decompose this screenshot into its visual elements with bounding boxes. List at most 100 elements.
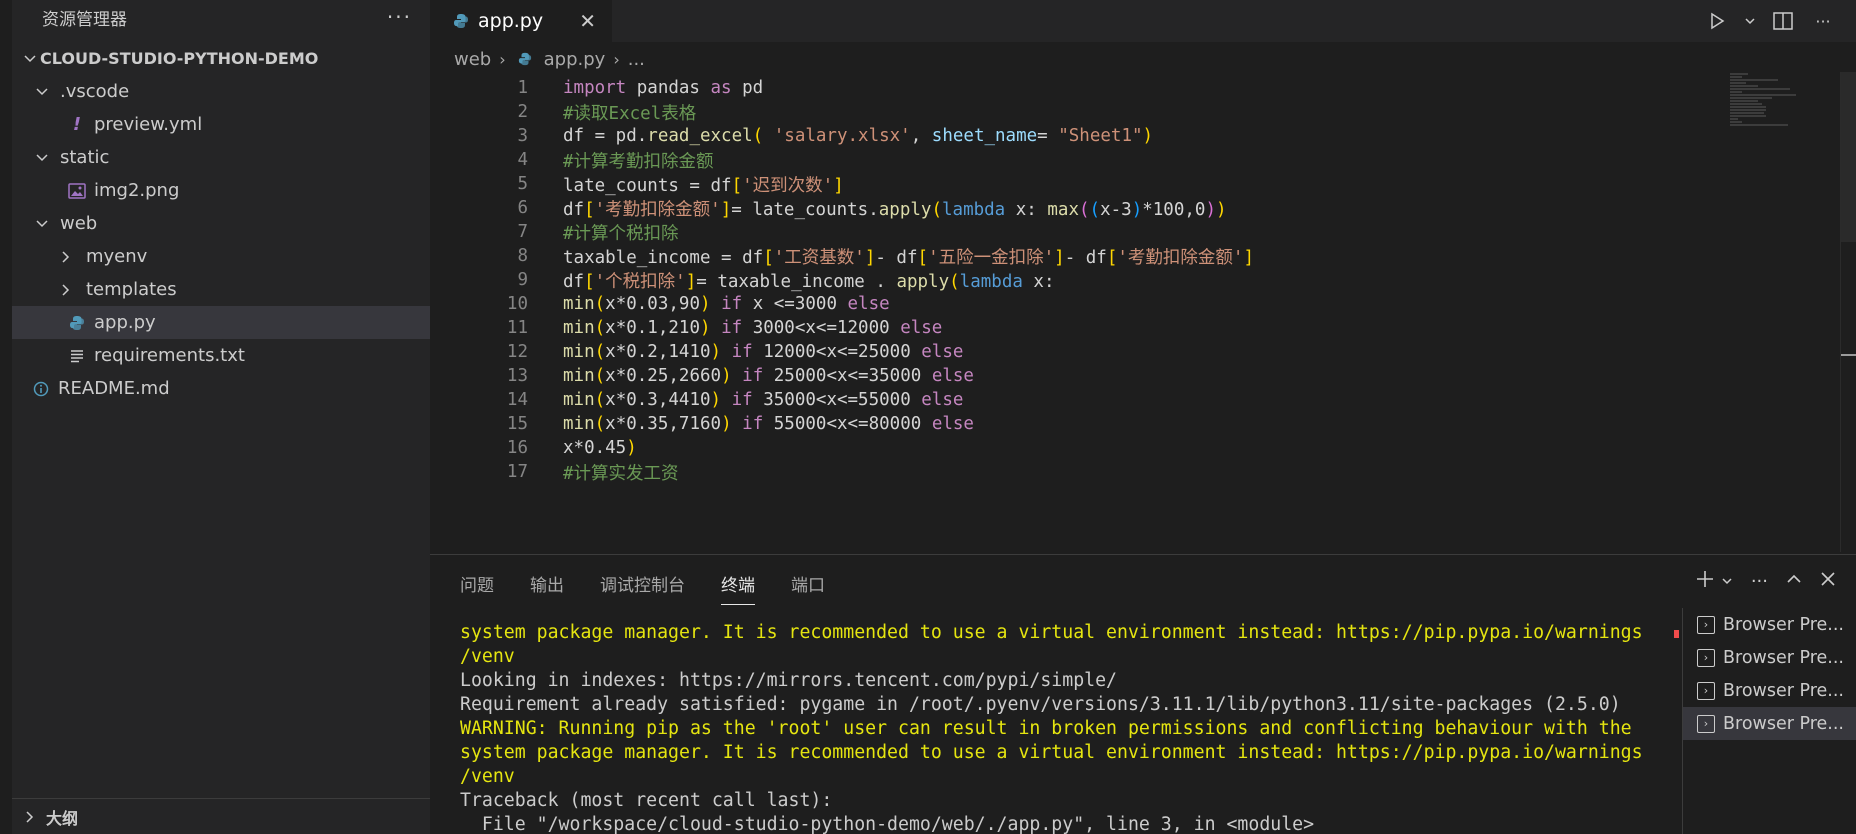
tab-problems[interactable]: 问题 (460, 571, 494, 605)
line-number: 5 (517, 174, 528, 194)
chevron-down-icon (32, 151, 52, 165)
terminal-item[interactable]: › Browser Pre... (1683, 608, 1856, 641)
project-root[interactable]: CLOUD-STUDIO-PYTHON-DEMO (12, 42, 430, 75)
more-actions-icon[interactable]: ··· (387, 5, 412, 29)
scrollbar-thumb[interactable] (1841, 72, 1856, 242)
line-number: 6 (517, 198, 528, 218)
image-file-icon (66, 182, 88, 199)
tree-item-vscode[interactable]: .vscode (12, 75, 430, 108)
breadcrumb: web › app.py › ... (454, 46, 645, 72)
close-panel-icon[interactable] (1820, 571, 1836, 592)
outline-section[interactable]: 大纲 (12, 798, 430, 834)
maximize-panel-icon[interactable] (1786, 571, 1802, 592)
line-content: min(x*0.35,7160) if 55000<x<=80000 else (563, 414, 974, 434)
line-number: 10 (506, 294, 528, 314)
tree-item-label: README.md (58, 378, 170, 399)
line-content: import pandas as pd (563, 78, 764, 98)
tree-item-label: static (60, 147, 110, 168)
terminal-item-label: Browser Pre... (1723, 647, 1844, 668)
line-number: 7 (517, 222, 528, 242)
line-content: late_counts = df['迟到次数'] (563, 175, 844, 196)
tree-item-label: img2.png (94, 180, 180, 201)
editor-scrollbar[interactable] (1840, 72, 1856, 552)
code-line[interactable]: 17 #计算实发工资 (430, 458, 679, 486)
tree-item-requirements-txt[interactable]: requirements.txt (12, 339, 430, 372)
line-content: df['考勤扣除金额']= late_counts.apply(lambda x… (563, 199, 1227, 220)
terminal-item[interactable]: › Browser Pre... (1683, 641, 1856, 674)
breadcrumb-folder[interactable]: web (454, 49, 491, 70)
chevron-down-icon[interactable] (1742, 6, 1758, 36)
tree-item-readme-md[interactable]: README.md (12, 372, 430, 405)
terminal-item-active[interactable]: › Browser Pre... (1683, 707, 1856, 740)
breadcrumb-symbol[interactable]: ... (628, 49, 645, 70)
code-editor[interactable]: 1 import pandas as pd 2 #读取Excel表格 3 df = pd.… (430, 74, 1720, 554)
chevron-right-icon (20, 810, 40, 824)
explorer-title: 资源管理器 (42, 9, 127, 30)
bottom-panel: 问题 输出 调试控制台 终端 端口 ··· system package man… (430, 554, 1856, 834)
line-number: 11 (506, 318, 528, 338)
terminal-line: /venv (460, 766, 515, 787)
terminal-icon: › (1697, 615, 1715, 634)
chevron-down-icon (20, 52, 40, 66)
line-number: 17 (506, 462, 528, 482)
line-content: min(x*0.25,2660) if 25000<x<=35000 else (563, 366, 974, 386)
tree-item-templates[interactable]: templates (12, 273, 430, 306)
tree-item-preview-yml[interactable]: ! preview.yml (12, 108, 430, 141)
info-icon (30, 381, 52, 397)
terminal-line: WARNING: Running pip as the 'root' user … (460, 718, 1632, 739)
line-number: 9 (517, 270, 528, 290)
close-icon[interactable]: ✕ (579, 9, 596, 33)
line-content: x*0.45) (563, 438, 637, 458)
outline-title: 大纲 (46, 808, 79, 828)
tree-item-img2-png[interactable]: img2.png (12, 174, 430, 207)
tab-output[interactable]: 输出 (530, 571, 564, 605)
tree-item-label: myenv (86, 246, 148, 267)
tab-label: app.py (478, 10, 544, 32)
line-number: 3 (517, 126, 528, 146)
line-content: min(x*0.2,1410) if 12000<x<=25000 else (563, 342, 964, 362)
chevron-right-icon: › (613, 49, 620, 69)
run-icon[interactable] (1702, 6, 1732, 36)
minimap[interactable] (1728, 72, 1798, 132)
line-content: min(x*0.3,4410) if 35000<x<=55000 else (563, 390, 964, 410)
line-number: 8 (517, 246, 528, 266)
split-editor-icon[interactable] (1768, 6, 1798, 36)
terminal-list: › Browser Pre... › Browser Pre... › Brow… (1682, 608, 1856, 834)
terminal-item-label: Browser Pre... (1723, 614, 1844, 635)
tree-item-app-py[interactable]: app.py (12, 306, 430, 339)
tree-item-label: web (60, 213, 98, 234)
terminal-item[interactable]: › Browser Pre... (1683, 674, 1856, 707)
new-terminal-icon[interactable] (1695, 569, 1715, 594)
terminal-line: Requirement already satisfied: pygame in… (460, 694, 1621, 715)
chevron-right-icon (56, 283, 76, 297)
tab-ports[interactable]: 端口 (791, 571, 825, 605)
line-number: 2 (517, 102, 528, 122)
terminal-icon: › (1697, 681, 1715, 700)
tab-app-py[interactable]: app.py ✕ (430, 0, 612, 42)
tree-item-label: app.py (94, 312, 156, 333)
breadcrumb-file[interactable]: app.py (544, 49, 606, 70)
panel-tabs: 问题 输出 调试控制台 终端 端口 (460, 571, 825, 605)
more-actions-icon[interactable]: ··· (1751, 571, 1768, 592)
tab-debug-console[interactable]: 调试控制台 (600, 571, 685, 605)
line-number: 16 (506, 438, 528, 458)
tab-terminal[interactable]: 终端 (721, 571, 755, 605)
terminal-line: /venv (460, 646, 515, 667)
tree-item-label: preview.yml (94, 114, 203, 135)
tree-item-static[interactable]: static (12, 141, 430, 174)
line-number: 15 (506, 414, 528, 434)
terminal-icon: › (1697, 714, 1715, 733)
tree-item-myenv[interactable]: myenv (12, 240, 430, 273)
explorer-sidebar: 资源管理器 ··· CLOUD-STUDIO-PYTHON-DEMO .vsco… (0, 0, 430, 834)
terminal-line: system package manager. It is recommende… (460, 622, 1643, 643)
line-number: 4 (517, 150, 528, 170)
terminal-line: system package manager. It is recommende… (460, 742, 1643, 763)
more-actions-icon[interactable]: ··· (1808, 6, 1838, 36)
terminal-output[interactable]: system package manager. It is recommende… (460, 621, 1856, 834)
line-content: df['个税扣除']= taxable_income . apply(lambd… (563, 271, 1055, 292)
chevron-down-icon[interactable] (1721, 571, 1733, 592)
chevron-right-icon: › (499, 49, 506, 69)
chevron-right-icon (56, 250, 76, 264)
tree-item-web[interactable]: web (12, 207, 430, 240)
terminal-line: Looking in indexes: https://mirrors.tenc… (460, 670, 1117, 691)
